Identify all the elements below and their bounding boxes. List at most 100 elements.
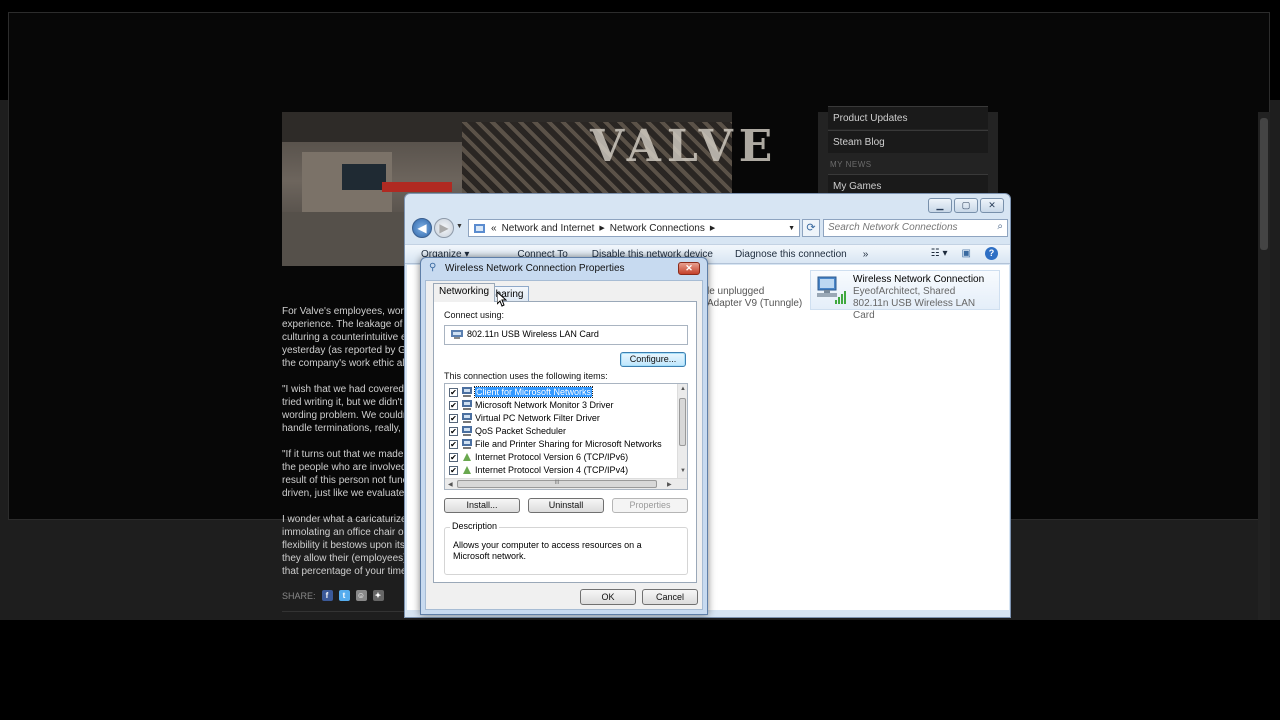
article-line: immolating an office chair or xyxy=(282,527,404,538)
item-checkbox[interactable]: ✔ xyxy=(449,465,458,475)
connection-status: EyeofArchitect, Shared xyxy=(853,286,956,297)
description-legend: Description xyxy=(450,521,500,531)
back-button[interactable]: ◀ xyxy=(412,218,432,238)
item-checkbox[interactable]: ✔ xyxy=(449,400,458,410)
dialog-body: Networking Sharing Connect using: 802.11… xyxy=(425,280,703,610)
minimize-button[interactable]: ▁ xyxy=(928,198,952,213)
hidden-connection-line-1: le unplugged xyxy=(707,286,765,297)
list-vertical-scrollbar[interactable]: ▲ ▼ xyxy=(677,384,687,478)
items-label: This connection uses the following items… xyxy=(444,371,608,381)
connection-device: 802.11n USB Wireless LAN Card xyxy=(853,298,976,321)
article-paragraph: For Valve's employees, worki experience. … xyxy=(282,305,404,370)
network-client-icon xyxy=(462,387,472,397)
article-line: flexibility it bestows upon its v xyxy=(282,540,404,551)
recent-pages-dropdown-icon[interactable]: ▼ xyxy=(456,223,463,230)
address-bar[interactable]: « Network and Internet ▶ Network Connect… xyxy=(468,219,800,237)
list-horizontal-scroll-thumb[interactable]: III xyxy=(457,480,657,488)
article-line: result of this person not funct xyxy=(282,475,404,486)
network-service-icon xyxy=(462,413,472,423)
network-service-icon xyxy=(462,426,472,436)
share-label: SHARE: xyxy=(282,590,316,601)
change-view-icon[interactable]: ☷ ▾ xyxy=(931,248,948,259)
tab-networking[interactable]: Networking xyxy=(433,283,496,302)
breadcrumb-separator-icon[interactable]: ▶ xyxy=(710,224,715,232)
refresh-button[interactable]: ⟳ xyxy=(802,219,820,237)
breadcrumb-network-and-internet[interactable]: Network and Internet xyxy=(502,223,595,234)
item-checkbox[interactable]: ✔ xyxy=(449,387,458,397)
hidden-connection-line-2: Adapter V9 (Tunngle) xyxy=(707,298,803,309)
item-label: File and Printer Sharing for Microsoft N… xyxy=(475,439,662,449)
browser-scroll-thumb[interactable] xyxy=(1260,118,1268,250)
list-item[interactable]: ✔ Client for Microsoft Networks xyxy=(449,386,594,398)
view-controls: ☷ ▾ ▣ ? xyxy=(931,247,998,260)
sidebar-item-steam-blog[interactable]: Steam Blog xyxy=(828,130,988,153)
item-checkbox[interactable]: ✔ xyxy=(449,452,458,462)
hidden-connection-item[interactable]: le unplugged Adapter V9 (Tunngle) xyxy=(707,286,802,310)
networking-tab-page: Connect using: 802.11n USB Wireless LAN … xyxy=(433,301,697,583)
window-controls: ▁ ▢ ✕ xyxy=(928,198,1004,213)
list-item[interactable]: ✔ File and Printer Sharing for Microsoft… xyxy=(449,438,662,450)
wireless-connection-item[interactable]: Wireless Network Connection EyeofArchite… xyxy=(810,270,1000,321)
install-button[interactable]: Install... xyxy=(444,498,520,513)
search-icon[interactable]: ⌕ xyxy=(997,221,1003,232)
twitter-icon[interactable]: t xyxy=(338,590,350,601)
more-commands-icon[interactable]: » xyxy=(863,249,869,260)
connection-name: Wireless Network Connection xyxy=(853,274,985,285)
item-checkbox[interactable]: ✔ xyxy=(449,426,458,436)
article-body: For Valve's employees, worki experience. … xyxy=(282,305,404,591)
breadcrumb-prefix: « xyxy=(491,222,497,234)
reddit-icon[interactable]: ☺ xyxy=(355,590,367,601)
properties-button[interactable]: Properties xyxy=(612,498,688,513)
dialog-close-button[interactable]: ✕ xyxy=(678,262,700,275)
article-line: the people who are involved i xyxy=(282,462,404,473)
item-checkbox[interactable]: ✔ xyxy=(449,413,458,423)
valve-logo: VALVE xyxy=(590,121,779,172)
sidebar-item-product-updates[interactable]: Product Updates xyxy=(828,106,988,129)
cancel-button[interactable]: Cancel xyxy=(642,589,698,605)
navigation-bar: ◀ ▶ ▼ « Network and Internet ▶ Network C… xyxy=(410,218,1008,240)
article-line: they allow their (employees) t xyxy=(282,553,404,564)
article-line: yesterday (as reported by Gee xyxy=(282,345,404,356)
article-line: tried writing it, but we didn't fe xyxy=(282,397,404,408)
network-adapter-icon xyxy=(451,330,463,339)
address-dropdown-icon[interactable]: ▼ xyxy=(788,225,795,232)
scroll-up-icon[interactable]: ▲ xyxy=(680,386,686,392)
list-vertical-scroll-thumb[interactable] xyxy=(679,398,686,446)
forward-button[interactable]: ▶ xyxy=(434,218,454,238)
uninstall-button[interactable]: Uninstall xyxy=(528,498,604,513)
item-label: QoS Packet Scheduler xyxy=(475,426,567,436)
list-item[interactable]: ✔ Virtual PC Network Filter Driver xyxy=(449,412,600,424)
help-icon[interactable]: ? xyxy=(985,247,998,260)
adapter-name: 802.11n USB Wireless LAN Card xyxy=(467,329,599,339)
divider xyxy=(282,611,404,612)
list-item[interactable]: ✔ Internet Protocol Version 4 (TCP/IPv4) xyxy=(449,464,628,476)
article-line: handle terminations, really, is xyxy=(282,423,404,434)
close-button[interactable]: ✕ xyxy=(980,198,1004,213)
scroll-right-icon[interactable]: ▶ xyxy=(667,481,672,488)
adapter-field: 802.11n USB Wireless LAN Card xyxy=(444,325,688,345)
diagnose-connection-command[interactable]: Diagnose this connection xyxy=(735,249,847,260)
item-checkbox[interactable]: ✔ xyxy=(449,439,458,449)
ok-button[interactable]: OK xyxy=(580,589,636,605)
preview-pane-icon[interactable]: ▣ xyxy=(962,248,971,259)
article-line: the company's work ethic also xyxy=(282,358,404,369)
article-line: driven, just like we evaluate e xyxy=(282,488,404,499)
article-line: For Valve's employees, worki xyxy=(282,306,404,317)
list-item[interactable]: ✔ Microsoft Network Monitor 3 Driver xyxy=(449,399,614,411)
maximize-button[interactable]: ▢ xyxy=(954,198,978,213)
breadcrumb-network-connections[interactable]: Network Connections xyxy=(610,223,705,234)
connect-using-label: Connect using: xyxy=(444,310,505,320)
digg-icon[interactable]: ✦ xyxy=(372,590,384,601)
list-item[interactable]: ✔ Internet Protocol Version 6 (TCP/IPv6) xyxy=(449,451,628,463)
list-horizontal-scrollbar[interactable]: ◀ III ▶ xyxy=(445,478,687,489)
list-item[interactable]: ✔ QoS Packet Scheduler xyxy=(449,425,566,437)
steam-news-sidebar: Product Updates Steam Blog MY NEWS My Ga… xyxy=(818,106,998,198)
article-line: culturing a counterintuitive en xyxy=(282,332,404,343)
facebook-icon[interactable]: f xyxy=(321,590,333,601)
search-placeholder: Search Network Connections xyxy=(828,222,958,233)
scroll-left-icon[interactable]: ◀ xyxy=(448,481,453,488)
breadcrumb-separator-icon[interactable]: ▶ xyxy=(599,224,604,232)
search-input[interactable]: Search Network Connections ⌕ xyxy=(823,219,1008,237)
scroll-down-icon[interactable]: ▼ xyxy=(680,468,686,474)
configure-button[interactable]: Configure... xyxy=(620,352,686,367)
